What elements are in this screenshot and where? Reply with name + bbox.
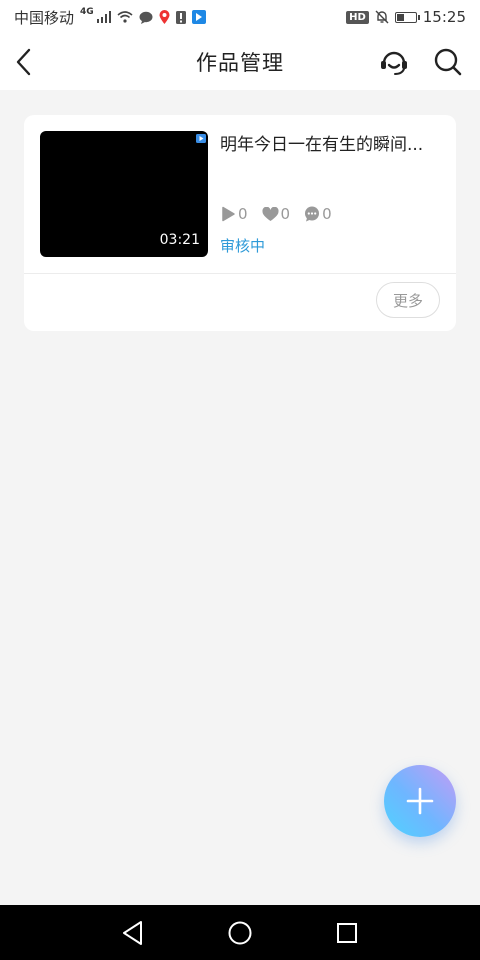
battery-icon: [394, 11, 420, 23]
nav-back-button[interactable]: [118, 918, 148, 948]
system-nav-bar: [0, 905, 480, 960]
work-card: 03:21 明年今日一在有生的瞬间... 0 0 0 审核中 更多: [24, 115, 456, 331]
video-type-icon: [196, 134, 206, 143]
nav-recents-button[interactable]: [332, 918, 362, 948]
status-right: HD 15:25: [346, 8, 466, 26]
like-count: 0: [262, 205, 291, 223]
customer-service-button[interactable]: [378, 46, 410, 78]
location-pin-icon: [159, 10, 170, 24]
work-title[interactable]: 明年今日一在有生的瞬间...: [220, 133, 430, 158]
wifi-icon: [117, 11, 133, 23]
video-thumbnail[interactable]: 03:21: [40, 131, 208, 257]
headset-support-icon: [381, 51, 407, 75]
card-divider: [24, 273, 456, 274]
add-work-button[interactable]: [384, 765, 456, 837]
bell-muted-icon: [375, 10, 389, 24]
play-count: 0: [220, 205, 248, 223]
battery-level: [396, 13, 404, 21]
comment-count: 0: [304, 205, 332, 223]
status-bar: 中国移动 4G HD 15:25: [0, 0, 480, 34]
heart-icon: [262, 206, 279, 221]
search-button[interactable]: [432, 46, 464, 78]
play-icon: [222, 206, 235, 222]
play-count-value: 0: [238, 205, 248, 223]
like-count-value: 0: [280, 205, 291, 223]
page-title: 作品管理: [196, 51, 284, 75]
nav-home-button[interactable]: [225, 918, 255, 948]
carrier-label: 中国移动: [14, 8, 75, 27]
network-type-label: 4G: [80, 7, 94, 17]
app-header: 作品管理: [0, 34, 480, 90]
comment-count-value: 0: [322, 205, 332, 223]
clock: 15:25: [422, 8, 466, 26]
status-left: 中国移动 4G: [14, 7, 206, 28]
alert-notification-icon: [175, 10, 186, 24]
recents-square-icon: [336, 922, 357, 943]
more-button[interactable]: 更多: [376, 282, 440, 318]
video-duration: 03:21: [159, 232, 200, 248]
back-triangle-icon: [123, 920, 143, 945]
back-button[interactable]: [10, 46, 42, 78]
hd-badge: HD: [346, 10, 369, 24]
comment-icon: [305, 206, 320, 222]
work-stats: 0 0 0: [220, 205, 332, 223]
home-circle-icon: [228, 921, 252, 944]
search-icon: [434, 48, 462, 76]
review-status: 审核中: [220, 237, 266, 255]
plus-icon: [406, 787, 434, 815]
signal-icon: [96, 11, 111, 23]
app-notification-icon: [191, 10, 206, 24]
message-icon: [139, 11, 153, 24]
back-icon: [16, 48, 31, 76]
